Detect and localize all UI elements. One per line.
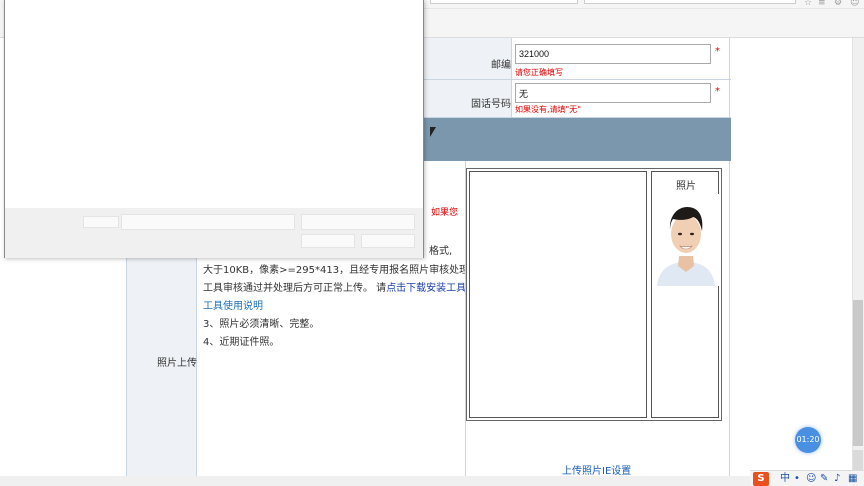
user-icon[interactable]: ☺: [850, 0, 859, 8]
popup-window: [4, 0, 424, 258]
rule-3: 3、照片必须清晰、完整。: [203, 319, 320, 330]
postcode-label: 邮编: [491, 60, 511, 71]
rule-line-2: 工具审核通过并处理后方可正常上传。 请点击下载安装工具: [203, 280, 466, 298]
rule-red-partial: 如果您: [431, 208, 459, 218]
recording-timer[interactable]: 01:20: [795, 427, 821, 453]
mouse-cursor-icon: [430, 127, 436, 137]
address-bar-fragment[interactable]: [430, 0, 578, 4]
photo-upload-label: 照片上传: [157, 358, 197, 369]
upload-ie-settings-link[interactable]: 上传照片IE设置: [562, 462, 631, 477]
rule-line-1: 大于10KB，像素>=295*413，且经专用报名照片审核处理: [203, 265, 470, 276]
postcode-input[interactable]: [515, 44, 711, 64]
popup-placeholder-label: [83, 216, 119, 228]
phone-required-mark: *: [715, 86, 720, 97]
vertical-scrollbar[interactable]: [852, 38, 864, 480]
phone-input[interactable]: [515, 83, 711, 103]
download-tool-link[interactable]: 点击下载安装工具: [386, 283, 466, 294]
ime-language-toggle[interactable]: 中: [780, 473, 790, 485]
menu-icon[interactable]: ≡: [818, 0, 826, 8]
rule-partial-top: 格式,: [429, 246, 453, 257]
photo-sample-title: 照片: [676, 181, 696, 192]
screen: ☆ ≡ ⚙ ☺ 邮编 * 请您正确填写 固话号码 * 如果没有,请填"无" 照片…: [0, 0, 864, 486]
toolbar-divider: [424, 8, 864, 9]
dot-icon[interactable]: •: [794, 473, 800, 485]
popup-placeholder-field-2[interactable]: [301, 214, 415, 230]
popup-footer: [5, 208, 423, 258]
popup-placeholder-button-2[interactable]: [361, 234, 415, 248]
horizontal-scrollbar[interactable]: [0, 476, 750, 486]
ime-toolbar: S 中 • ☺ ✎ ♪ ▦: [750, 470, 864, 486]
sogou-ime-icon[interactable]: S: [753, 472, 769, 486]
keyboard-icon[interactable]: ▦: [848, 473, 857, 485]
photo-upload-slot[interactable]: [469, 171, 647, 418]
tool-guide-link[interactable]: 工具使用说明: [203, 298, 263, 316]
popup-placeholder-field[interactable]: [121, 214, 295, 230]
mic-icon[interactable]: ♪: [834, 473, 840, 485]
photo-preview-box: 照片: [466, 168, 722, 421]
emoji-icon[interactable]: ☺: [806, 473, 816, 485]
postcode-required-mark: *: [715, 46, 720, 57]
phone-hint: 如果没有,请填"无": [515, 105, 581, 114]
settings-icon[interactable]: ⚙: [834, 0, 842, 8]
postcode-hint: 请您正确填写: [515, 68, 563, 77]
search-bar-fragment[interactable]: [584, 0, 796, 4]
rule-line-2-text: 工具审核通过并处理后方可正常上传。 请: [203, 283, 387, 294]
rule-4: 4、近期证件照。: [203, 337, 280, 348]
photo-sample-panel: 照片: [651, 171, 719, 418]
star-icon[interactable]: ☆: [804, 0, 812, 8]
scrollbar-thumb[interactable]: [853, 300, 863, 446]
pen-icon[interactable]: ✎: [820, 473, 828, 485]
phone-label: 固话号码: [471, 99, 511, 110]
popup-placeholder-button[interactable]: [301, 234, 355, 248]
sample-portrait: [653, 194, 719, 286]
